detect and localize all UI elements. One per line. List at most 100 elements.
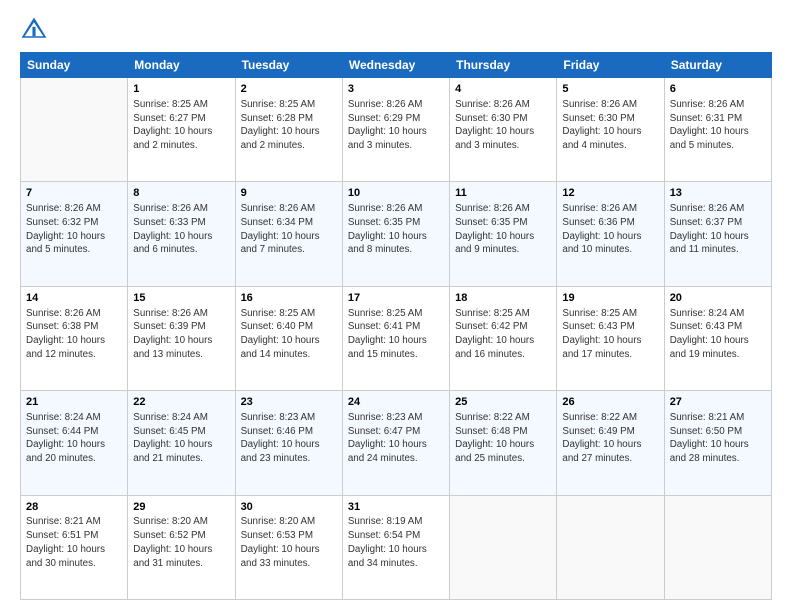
day-info: Sunrise: 8:24 AM Sunset: 6:43 PM Dayligh… xyxy=(670,307,766,362)
calendar-cell: 1Sunrise: 8:25 AM Sunset: 6:27 PM Daylig… xyxy=(128,78,235,182)
calendar-cell: 7Sunrise: 8:26 AM Sunset: 6:32 PM Daylig… xyxy=(21,182,128,286)
calendar-cell: 6Sunrise: 8:26 AM Sunset: 6:31 PM Daylig… xyxy=(664,78,771,182)
calendar-header-saturday: Saturday xyxy=(664,53,771,78)
day-info: Sunrise: 8:26 AM Sunset: 6:33 PM Dayligh… xyxy=(133,202,229,257)
day-info: Sunrise: 8:25 AM Sunset: 6:27 PM Dayligh… xyxy=(133,98,229,153)
day-number: 31 xyxy=(348,500,444,515)
calendar-cell: 14Sunrise: 8:26 AM Sunset: 6:38 PM Dayli… xyxy=(21,286,128,390)
day-info: Sunrise: 8:24 AM Sunset: 6:44 PM Dayligh… xyxy=(26,411,122,466)
day-info: Sunrise: 8:26 AM Sunset: 6:36 PM Dayligh… xyxy=(562,202,658,257)
day-number: 20 xyxy=(670,291,766,306)
day-number: 8 xyxy=(133,186,229,201)
calendar-cell: 18Sunrise: 8:25 AM Sunset: 6:42 PM Dayli… xyxy=(450,286,557,390)
day-number: 28 xyxy=(26,500,122,515)
day-number: 12 xyxy=(562,186,658,201)
calendar-header-wednesday: Wednesday xyxy=(342,53,449,78)
day-number: 9 xyxy=(241,186,337,201)
day-number: 17 xyxy=(348,291,444,306)
day-info: Sunrise: 8:26 AM Sunset: 6:34 PM Dayligh… xyxy=(241,202,337,257)
calendar-cell: 20Sunrise: 8:24 AM Sunset: 6:43 PM Dayli… xyxy=(664,286,771,390)
day-number: 27 xyxy=(670,395,766,410)
day-number: 15 xyxy=(133,291,229,306)
day-number: 23 xyxy=(241,395,337,410)
calendar-cell: 10Sunrise: 8:26 AM Sunset: 6:35 PM Dayli… xyxy=(342,182,449,286)
day-number: 25 xyxy=(455,395,551,410)
day-number: 6 xyxy=(670,82,766,97)
calendar-week-row: 14Sunrise: 8:26 AM Sunset: 6:38 PM Dayli… xyxy=(21,286,772,390)
calendar-table: SundayMondayTuesdayWednesdayThursdayFrid… xyxy=(20,52,772,600)
day-info: Sunrise: 8:26 AM Sunset: 6:37 PM Dayligh… xyxy=(670,202,766,257)
day-number: 24 xyxy=(348,395,444,410)
calendar-cell xyxy=(664,495,771,599)
day-info: Sunrise: 8:26 AM Sunset: 6:31 PM Dayligh… xyxy=(670,98,766,153)
calendar-cell: 23Sunrise: 8:23 AM Sunset: 6:46 PM Dayli… xyxy=(235,391,342,495)
calendar-cell xyxy=(450,495,557,599)
day-number: 29 xyxy=(133,500,229,515)
calendar-cell: 11Sunrise: 8:26 AM Sunset: 6:35 PM Dayli… xyxy=(450,182,557,286)
calendar-week-row: 7Sunrise: 8:26 AM Sunset: 6:32 PM Daylig… xyxy=(21,182,772,286)
calendar-week-row: 1Sunrise: 8:25 AM Sunset: 6:27 PM Daylig… xyxy=(21,78,772,182)
day-info: Sunrise: 8:26 AM Sunset: 6:35 PM Dayligh… xyxy=(455,202,551,257)
calendar-cell: 3Sunrise: 8:26 AM Sunset: 6:29 PM Daylig… xyxy=(342,78,449,182)
calendar-cell: 27Sunrise: 8:21 AM Sunset: 6:50 PM Dayli… xyxy=(664,391,771,495)
calendar-cell: 30Sunrise: 8:20 AM Sunset: 6:53 PM Dayli… xyxy=(235,495,342,599)
day-info: Sunrise: 8:26 AM Sunset: 6:29 PM Dayligh… xyxy=(348,98,444,153)
day-number: 30 xyxy=(241,500,337,515)
logo-icon xyxy=(20,16,48,44)
day-info: Sunrise: 8:25 AM Sunset: 6:40 PM Dayligh… xyxy=(241,307,337,362)
day-info: Sunrise: 8:26 AM Sunset: 6:30 PM Dayligh… xyxy=(562,98,658,153)
day-info: Sunrise: 8:25 AM Sunset: 6:28 PM Dayligh… xyxy=(241,98,337,153)
day-info: Sunrise: 8:25 AM Sunset: 6:42 PM Dayligh… xyxy=(455,307,551,362)
day-info: Sunrise: 8:22 AM Sunset: 6:49 PM Dayligh… xyxy=(562,411,658,466)
day-number: 5 xyxy=(562,82,658,97)
day-info: Sunrise: 8:26 AM Sunset: 6:38 PM Dayligh… xyxy=(26,307,122,362)
day-number: 7 xyxy=(26,186,122,201)
calendar-cell: 8Sunrise: 8:26 AM Sunset: 6:33 PM Daylig… xyxy=(128,182,235,286)
calendar-cell: 31Sunrise: 8:19 AM Sunset: 6:54 PM Dayli… xyxy=(342,495,449,599)
calendar-header-sunday: Sunday xyxy=(21,53,128,78)
day-number: 14 xyxy=(26,291,122,306)
day-number: 22 xyxy=(133,395,229,410)
day-info: Sunrise: 8:20 AM Sunset: 6:52 PM Dayligh… xyxy=(133,515,229,570)
calendar-cell: 4Sunrise: 8:26 AM Sunset: 6:30 PM Daylig… xyxy=(450,78,557,182)
day-info: Sunrise: 8:26 AM Sunset: 6:30 PM Dayligh… xyxy=(455,98,551,153)
calendar-cell: 28Sunrise: 8:21 AM Sunset: 6:51 PM Dayli… xyxy=(21,495,128,599)
calendar-cell: 13Sunrise: 8:26 AM Sunset: 6:37 PM Dayli… xyxy=(664,182,771,286)
day-info: Sunrise: 8:26 AM Sunset: 6:35 PM Dayligh… xyxy=(348,202,444,257)
day-info: Sunrise: 8:24 AM Sunset: 6:45 PM Dayligh… xyxy=(133,411,229,466)
calendar-cell: 19Sunrise: 8:25 AM Sunset: 6:43 PM Dayli… xyxy=(557,286,664,390)
day-number: 11 xyxy=(455,186,551,201)
day-info: Sunrise: 8:25 AM Sunset: 6:41 PM Dayligh… xyxy=(348,307,444,362)
calendar-cell: 15Sunrise: 8:26 AM Sunset: 6:39 PM Dayli… xyxy=(128,286,235,390)
logo xyxy=(20,16,52,44)
day-info: Sunrise: 8:26 AM Sunset: 6:39 PM Dayligh… xyxy=(133,307,229,362)
day-number: 16 xyxy=(241,291,337,306)
calendar-week-row: 28Sunrise: 8:21 AM Sunset: 6:51 PM Dayli… xyxy=(21,495,772,599)
calendar-cell: 12Sunrise: 8:26 AM Sunset: 6:36 PM Dayli… xyxy=(557,182,664,286)
page-header xyxy=(20,16,772,44)
calendar-cell xyxy=(21,78,128,182)
day-info: Sunrise: 8:23 AM Sunset: 6:46 PM Dayligh… xyxy=(241,411,337,466)
day-info: Sunrise: 8:26 AM Sunset: 6:32 PM Dayligh… xyxy=(26,202,122,257)
calendar-cell: 17Sunrise: 8:25 AM Sunset: 6:41 PM Dayli… xyxy=(342,286,449,390)
day-number: 18 xyxy=(455,291,551,306)
day-number: 3 xyxy=(348,82,444,97)
calendar-cell: 21Sunrise: 8:24 AM Sunset: 6:44 PM Dayli… xyxy=(21,391,128,495)
day-info: Sunrise: 8:20 AM Sunset: 6:53 PM Dayligh… xyxy=(241,515,337,570)
day-number: 1 xyxy=(133,82,229,97)
day-number: 10 xyxy=(348,186,444,201)
calendar-cell: 22Sunrise: 8:24 AM Sunset: 6:45 PM Dayli… xyxy=(128,391,235,495)
day-number: 4 xyxy=(455,82,551,97)
calendar-cell: 2Sunrise: 8:25 AM Sunset: 6:28 PM Daylig… xyxy=(235,78,342,182)
calendar-header-tuesday: Tuesday xyxy=(235,53,342,78)
day-info: Sunrise: 8:21 AM Sunset: 6:51 PM Dayligh… xyxy=(26,515,122,570)
day-info: Sunrise: 8:21 AM Sunset: 6:50 PM Dayligh… xyxy=(670,411,766,466)
day-number: 13 xyxy=(670,186,766,201)
day-info: Sunrise: 8:19 AM Sunset: 6:54 PM Dayligh… xyxy=(348,515,444,570)
calendar-week-row: 21Sunrise: 8:24 AM Sunset: 6:44 PM Dayli… xyxy=(21,391,772,495)
calendar-cell: 9Sunrise: 8:26 AM Sunset: 6:34 PM Daylig… xyxy=(235,182,342,286)
day-number: 21 xyxy=(26,395,122,410)
calendar-header-friday: Friday xyxy=(557,53,664,78)
calendar-cell: 24Sunrise: 8:23 AM Sunset: 6:47 PM Dayli… xyxy=(342,391,449,495)
calendar-header-monday: Monday xyxy=(128,53,235,78)
